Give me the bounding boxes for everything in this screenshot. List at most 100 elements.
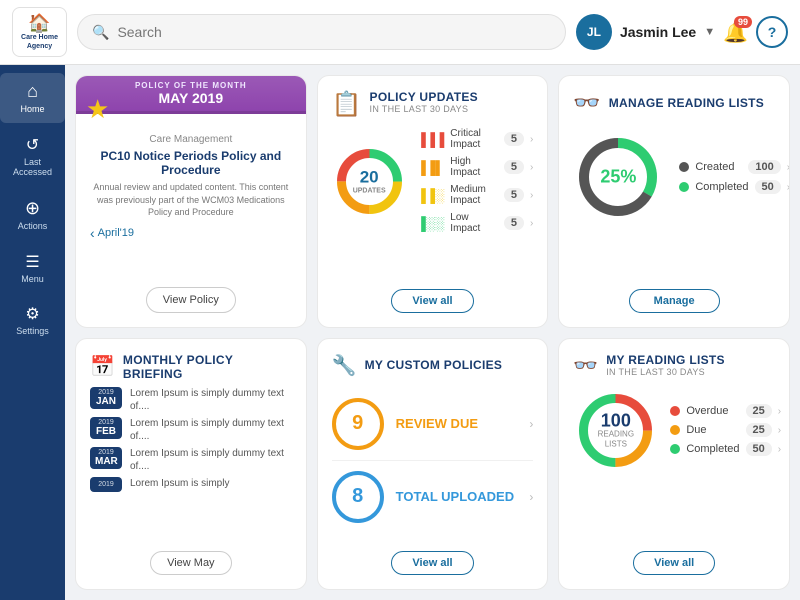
feb-text: Lorem Ipsum is simply dummy text of.... (130, 417, 292, 443)
completed-reading-dot (670, 444, 680, 454)
legend-due: Due 25 › (670, 423, 781, 437)
impact-list: ▐▐▐ Critical Impact 5 › ▐▐▌ High Impact … (417, 125, 534, 237)
created-value: 100 (748, 160, 780, 174)
custom-header: 🔧 MY CUSTOM POLICIES (332, 353, 534, 378)
sidebar-item-last-accessed[interactable]: ↺ Last Accessed (0, 127, 65, 186)
jan-text: Lorem Ipsum is simply dummy text of.... (130, 387, 292, 413)
view-may-button[interactable]: View May (150, 551, 231, 575)
briefing-list: 2019 JAN Lorem Ipsum is simply dummy tex… (90, 387, 292, 552)
sidebar-item-settings[interactable]: ⚙ Settings (0, 296, 65, 345)
mar-month: MAR (95, 456, 117, 467)
overdue-chevron-icon: › (778, 406, 781, 417)
sidebar-item-home[interactable]: ⌂ Home (0, 73, 65, 123)
last-accessed-icon: ↺ (26, 135, 39, 155)
reading-legend: Created 100 › Completed 50 › (679, 160, 790, 194)
completed-chevron-icon: › (787, 182, 790, 193)
chevron-down-icon[interactable]: ▼ (704, 26, 715, 38)
my-reading-subtitle: IN THE LAST 30 DAYS (606, 367, 725, 377)
reading-count-label: READING LISTS (595, 429, 638, 448)
sidebar-label-home: Home (20, 105, 44, 115)
completed-label: Completed (695, 181, 748, 193)
policy-desc: Care Management (90, 134, 292, 145)
extra-year: 2019 (94, 481, 118, 488)
review-due-label: REVIEW DUE (396, 416, 518, 431)
monthly-briefing-card: 📅 MONTHLY POLICY BRIEFING 2019 JAN Lorem… (75, 338, 307, 591)
overdue-dot (670, 406, 680, 416)
jan-year: 2019 (95, 389, 117, 396)
created-chevron-icon: › (787, 162, 790, 173)
notification-badge: 99 (734, 16, 752, 28)
briefing-mar: 2019 MAR Lorem Ipsum is simply dummy tex… (90, 447, 292, 473)
sidebar-item-actions[interactable]: ⊕ Actions (0, 190, 65, 240)
manage-reading-percent: 25% (600, 167, 636, 188)
high-chevron-icon: › (530, 162, 533, 173)
policy-badge: POLICY OF THE MONTH MAY 2019 ★ (76, 76, 306, 114)
completed-reading-label: Completed (686, 443, 739, 455)
policy-badge-date: MAY 2019 (84, 90, 298, 106)
due-chevron-icon: › (778, 425, 781, 436)
briefing-feb: 2019 FEB Lorem Ipsum is simply dummy tex… (90, 417, 292, 443)
wrench-icon: 🔧 (332, 353, 357, 378)
legend-completed: Completed 50 › (679, 180, 790, 194)
settings-icon: ⚙ (25, 304, 39, 324)
menu-icon: ☰ (25, 252, 39, 272)
total-uploaded-label: TOTAL UPLOADED (396, 489, 518, 504)
custom-view-all-button[interactable]: View all (391, 551, 473, 575)
manage-reading-card: 👓 MANAGE READING LISTS 25% (558, 75, 790, 328)
logo-line2: Agency (21, 43, 58, 51)
briefing-jan: 2019 JAN Lorem Ipsum is simply dummy tex… (90, 387, 292, 413)
legend-completed-reading: Completed 50 › (670, 442, 781, 456)
my-reading-content: 100 READING LISTS Overdue 25 › Due 25 (573, 388, 775, 473)
policy-nav[interactable]: ‹ April'19 (90, 225, 292, 241)
my-reading-title: MY READING LISTS (606, 353, 725, 367)
legend-created: Created 100 › (679, 160, 790, 174)
manage-reading-content: 25% Created 100 › Completed 50 › (573, 132, 775, 222)
jan-month: JAN (95, 396, 117, 407)
manage-button[interactable]: Manage (629, 289, 720, 313)
policy-left-arrow: ‹ (90, 225, 95, 241)
due-dot (670, 425, 680, 435)
star-icon: ★ (86, 94, 109, 125)
medium-label: Medium Impact (450, 184, 498, 206)
high-bar-icon: ▐▐▌ (417, 160, 445, 175)
reading-donut-center: 100 READING LISTS (595, 411, 638, 448)
content-grid: POLICY OF THE MONTH MAY 2019 ★ Care Mana… (65, 65, 800, 600)
reading-glasses-icon: 👓 (573, 90, 600, 116)
briefing-2019: 2019 Lorem Ipsum is simply (90, 477, 292, 492)
avatar: JL (576, 14, 612, 50)
sidebar-label-accessed: Last Accessed (4, 158, 61, 178)
reading-header: 👓 MANAGE READING LISTS (573, 90, 775, 116)
view-policy-button[interactable]: View Policy (146, 287, 236, 313)
help-button[interactable]: ? (756, 16, 788, 48)
high-value: 5 (504, 160, 524, 174)
sidebar-label-menu: Menu (21, 275, 44, 285)
notification-button[interactable]: 🔔 99 (723, 20, 748, 45)
sidebar-item-menu[interactable]: ☰ Menu (0, 244, 65, 293)
feb-year: 2019 (95, 419, 117, 426)
my-reading-view-all-button[interactable]: View all (633, 551, 715, 575)
critical-bar-icon: ▐▐▐ (417, 132, 445, 147)
sidebar: ⌂ Home ↺ Last Accessed ⊕ Actions ☰ Menu … (0, 65, 65, 600)
policy-updates-view-all-button[interactable]: View all (391, 289, 473, 313)
reading-count: 100 (595, 411, 638, 429)
completed-reading-value: 50 (746, 442, 772, 456)
search-bar[interactable]: 🔍 (77, 14, 566, 50)
extra-text: Lorem Ipsum is simply (130, 477, 229, 490)
total-uploaded-row[interactable]: 8 TOTAL UPLOADED › (332, 461, 534, 533)
my-reading-legend: Overdue 25 › Due 25 › Completed 50 (670, 404, 781, 456)
review-due-row[interactable]: 9 REVIEW DUE › (332, 388, 534, 461)
extra-badge: 2019 (90, 477, 122, 492)
user-area: JL Jasmin Lee ▼ 🔔 99 ? (576, 14, 788, 50)
search-input[interactable] (117, 24, 551, 40)
feb-month: FEB (95, 426, 117, 437)
updates-header: 📋 POLICY UPDATES IN THE LAST 30 DAYS (332, 90, 534, 119)
due-value: 25 (746, 423, 772, 437)
briefing-title: MONTHLY POLICY BRIEFING (123, 353, 292, 381)
updates-count-label: UPDATES (353, 188, 386, 195)
low-bar-icon: ▐░░ (417, 216, 445, 231)
policy-of-month-card: POLICY OF THE MONTH MAY 2019 ★ Care Mana… (75, 75, 307, 328)
upload-count-circle: 8 (332, 471, 384, 523)
medium-value: 5 (504, 188, 524, 202)
policy-name: PC10 Notice Periods Policy and Procedure (90, 149, 292, 177)
impact-critical: ▐▐▐ Critical Impact 5 › (417, 125, 534, 153)
